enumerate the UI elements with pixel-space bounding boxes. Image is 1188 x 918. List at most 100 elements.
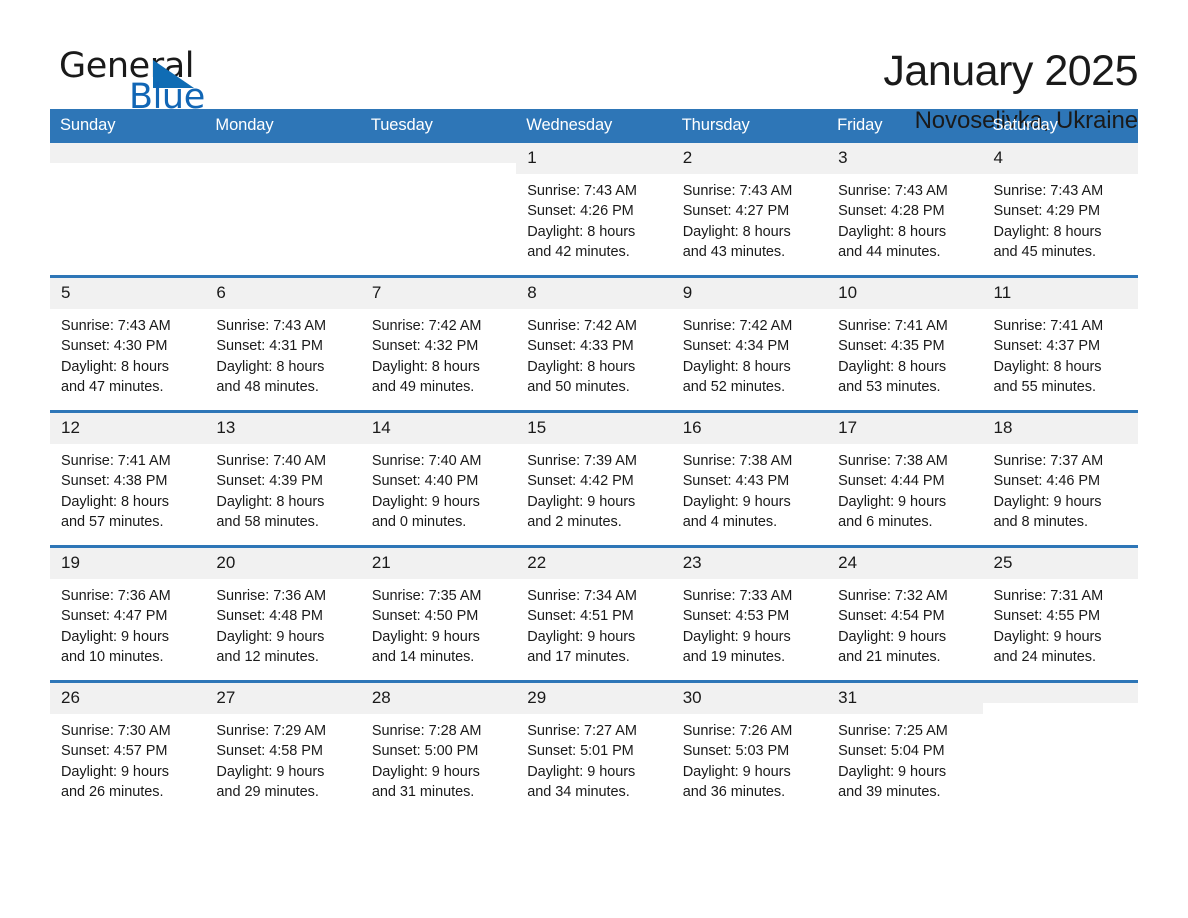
calendar-day-cell[interactable]: 14 Sunrise: 7:40 AM Sunset: 4:40 PM Dayligh…: [360, 410, 517, 547]
day-details: Sunrise: 7:41 AM Sunset: 4:35 PM Daylight:…: [827, 309, 982, 397]
sunrise-text: Sunrise: 7:41 AM: [61, 453, 171, 469]
calendar-day-cell[interactable]: 4 Sunrise: 7:43 AM Sunset: 4:29 PM Daylight…: [982, 143, 1138, 277]
daylight-text-line2: and 26 minutes.: [61, 783, 164, 800]
sunrise-text: Sunrise: 7:30 AM: [61, 723, 171, 739]
daylight-text-line2: and 8 minutes.: [993, 513, 1088, 530]
day-number: 25: [982, 548, 1138, 579]
day-details: Sunrise: 7:38 AM Sunset: 4:43 PM Daylight:…: [672, 444, 827, 532]
daylight-text-line2: and 36 minutes.: [682, 783, 786, 800]
day-number: [982, 683, 1138, 703]
sunrise-text: Sunrise: 7:43 AM: [993, 183, 1104, 199]
daylight-text-line1: Daylight: 9 hours: [527, 493, 636, 510]
daylight-text-line2: and 42 minutes.: [527, 243, 630, 260]
daylight-text-line2: and 14 minutes.: [371, 648, 475, 665]
daylight-text-line2: and 21 minutes.: [838, 648, 941, 665]
calendar-day-cell[interactable]: 2 Sunrise: 7:43 AM Sunset: 4:27 PM Daylight…: [671, 143, 828, 277]
daylight-text-line1: Daylight: 9 hours: [682, 628, 791, 645]
calendar-day-cell[interactable]: 9 Sunrise: 7:42 AM Sunset: 4:34 PM Daylight…: [671, 275, 828, 412]
day-number: 29: [516, 683, 672, 714]
daylight-text-line1: Daylight: 9 hours: [61, 628, 169, 645]
calendar-week-row: 26 Sunrise: 7:30 AM Sunset: 4:57 PM Dayligh…: [50, 680, 1138, 815]
calendar-day-cell-empty: [205, 143, 361, 277]
calendar-day-cell[interactable]: 5 Sunrise: 7:43 AM Sunset: 4:30 PM Daylight…: [50, 275, 206, 412]
calendar-day-cell[interactable]: 17 Sunrise: 7:38 AM Sunset: 4:44 PM Dayligh…: [827, 410, 983, 547]
calendar-day-cell-empty: [50, 143, 206, 277]
calendar-day-cell[interactable]: 7 Sunrise: 7:42 AM Sunset: 4:32 PM Daylight…: [360, 275, 517, 412]
weekday-header-wednesday: Wednesday: [516, 109, 672, 143]
day-details: Sunrise: 7:31 AM Sunset: 4:55 PM Daylight:…: [983, 579, 1138, 667]
daylight-text-line2: and 45 minutes.: [993, 243, 1096, 260]
daylight-text-line1: Daylight: 8 hours: [216, 493, 325, 510]
calendar-day-cell[interactable]: 22 Sunrise: 7:34 AM Sunset: 4:51 PM Dayligh…: [516, 545, 672, 682]
day-details: Sunrise: 7:42 AM Sunset: 4:33 PM Daylight:…: [516, 309, 671, 397]
day-number: 6: [205, 278, 361, 309]
calendar-day-cell[interactable]: 20 Sunrise: 7:36 AM Sunset: 4:48 PM Dayligh…: [205, 545, 361, 682]
calendar-day-cell[interactable]: 27 Sunrise: 7:29 AM Sunset: 4:58 PM Dayligh…: [205, 680, 361, 815]
calendar-day-cell[interactable]: 28 Sunrise: 7:28 AM Sunset: 5:00 PM Dayligh…: [360, 680, 517, 815]
day-details: Sunrise: 7:33 AM Sunset: 4:53 PM Daylight:…: [672, 579, 827, 667]
page-header: General Blue January 2025 Novoselivka, U…: [50, 0, 1138, 134]
calendar-day-cell[interactable]: 6 Sunrise: 7:43 AM Sunset: 4:31 PM Daylight…: [205, 275, 361, 412]
day-details: Sunrise: 7:43 AM Sunset: 4:31 PM Daylight:…: [205, 309, 360, 397]
sunrise-text: Sunrise: 7:41 AM: [838, 318, 948, 334]
calendar-day-cell[interactable]: 12 Sunrise: 7:41 AM Sunset: 4:38 PM Dayligh…: [50, 410, 206, 547]
calendar-day-cell[interactable]: 29 Sunrise: 7:27 AM Sunset: 5:01 PM Dayligh…: [516, 680, 672, 815]
calendar-day-cell[interactable]: 25 Sunrise: 7:31 AM Sunset: 4:55 PM Dayligh…: [982, 545, 1138, 682]
daylight-text-line2: and 58 minutes.: [216, 513, 319, 530]
calendar-day-cell[interactable]: 31 Sunrise: 7:25 AM Sunset: 5:04 PM Dayligh…: [827, 680, 983, 815]
sunrise-text: Sunrise: 7:42 AM: [371, 318, 482, 334]
day-details: Sunrise: 7:36 AM Sunset: 4:47 PM Daylight:…: [50, 579, 205, 667]
daylight-text-line1: Daylight: 9 hours: [838, 628, 947, 645]
day-details: Sunrise: 7:42 AM Sunset: 4:34 PM Daylight:…: [672, 309, 827, 397]
daylight-text-line2: and 2 minutes.: [527, 513, 622, 530]
sunrise-text: Sunrise: 7:27 AM: [527, 723, 637, 739]
page-title: January 2025: [883, 47, 1138, 95]
daylight-text-line1: Daylight: 9 hours: [216, 628, 325, 645]
day-number: 4: [982, 143, 1138, 174]
calendar-day-cell[interactable]: 30 Sunrise: 7:26 AM Sunset: 5:03 PM Dayligh…: [671, 680, 828, 815]
sunrise-text: Sunrise: 7:38 AM: [682, 453, 793, 469]
calendar-day-cell[interactable]: 26 Sunrise: 7:30 AM Sunset: 4:57 PM Dayligh…: [50, 680, 206, 815]
day-number: 22: [516, 548, 672, 579]
daylight-text-line2: and 53 minutes.: [838, 378, 941, 395]
day-number: 15: [516, 413, 672, 444]
day-details: Sunrise: 7:42 AM Sunset: 4:32 PM Daylight:…: [361, 309, 516, 397]
calendar-day-cell[interactable]: 24 Sunrise: 7:32 AM Sunset: 4:54 PM Dayligh…: [827, 545, 983, 682]
daylight-text-line2: and 50 minutes.: [527, 378, 630, 395]
sunset-text: Sunset: 4:33 PM: [527, 338, 634, 355]
calendar-day-cell[interactable]: 21 Sunrise: 7:35 AM Sunset: 4:50 PM Dayligh…: [360, 545, 517, 682]
calendar-day-cell[interactable]: 3 Sunrise: 7:43 AM Sunset: 4:28 PM Daylight…: [827, 143, 983, 277]
calendar-day-cell[interactable]: 18 Sunrise: 7:37 AM Sunset: 4:46 PM Dayligh…: [982, 410, 1138, 547]
calendar-week-row: 1 Sunrise: 7:43 AM Sunset: 4:26 PM Daylight…: [50, 143, 1138, 277]
sunrise-text: Sunrise: 7:25 AM: [838, 723, 948, 739]
calendar-day-cell[interactable]: 23 Sunrise: 7:33 AM Sunset: 4:53 PM Dayligh…: [671, 545, 828, 682]
calendar-day-cell[interactable]: 8 Sunrise: 7:42 AM Sunset: 4:33 PM Daylight…: [516, 275, 672, 412]
calendar-day-cell[interactable]: 1 Sunrise: 7:43 AM Sunset: 4:26 PM Daylight…: [516, 143, 672, 277]
daylight-text-line2: and 49 minutes.: [371, 378, 475, 395]
sunrise-text: Sunrise: 7:36 AM: [216, 588, 327, 604]
daylight-text-line1: Daylight: 8 hours: [371, 358, 480, 375]
calendar-day-cell[interactable]: 19 Sunrise: 7:36 AM Sunset: 4:47 PM Dayligh…: [50, 545, 206, 682]
sunrise-text: Sunrise: 7:37 AM: [993, 453, 1104, 469]
daylight-text-line1: Daylight: 8 hours: [527, 223, 636, 240]
sunset-text: Sunset: 4:51 PM: [527, 608, 634, 625]
calendar-day-cell[interactable]: 15 Sunrise: 7:39 AM Sunset: 4:42 PM Dayligh…: [516, 410, 672, 547]
day-details: Sunrise: 7:28 AM Sunset: 5:00 PM Daylight:…: [361, 714, 516, 802]
day-details: Sunrise: 7:43 AM Sunset: 4:26 PM Daylight:…: [516, 174, 671, 262]
calendar-body: 1 Sunrise: 7:43 AM Sunset: 4:26 PM Daylight…: [50, 143, 1138, 815]
sunrise-text: Sunrise: 7:43 AM: [527, 183, 637, 199]
calendar-day-cell[interactable]: 16 Sunrise: 7:38 AM Sunset: 4:43 PM Dayligh…: [671, 410, 828, 547]
sunset-text: Sunset: 4:30 PM: [61, 338, 168, 355]
calendar-day-cell[interactable]: 10 Sunrise: 7:41 AM Sunset: 4:35 PM Dayligh…: [827, 275, 983, 412]
calendar-day-cell[interactable]: 11 Sunrise: 7:41 AM Sunset: 4:37 PM Dayligh…: [982, 275, 1138, 412]
day-number: 30: [671, 683, 828, 714]
day-number: 26: [50, 683, 206, 714]
sunrise-text: Sunrise: 7:43 AM: [61, 318, 171, 334]
day-number: 12: [50, 413, 206, 444]
day-number: 5: [50, 278, 206, 309]
day-number: 8: [516, 278, 672, 309]
daylight-text-line1: Daylight: 8 hours: [993, 358, 1102, 375]
calendar-day-cell[interactable]: 13 Sunrise: 7:40 AM Sunset: 4:39 PM Dayligh…: [205, 410, 361, 547]
day-number: 23: [671, 548, 828, 579]
sunrise-text: Sunrise: 7:35 AM: [371, 588, 482, 604]
